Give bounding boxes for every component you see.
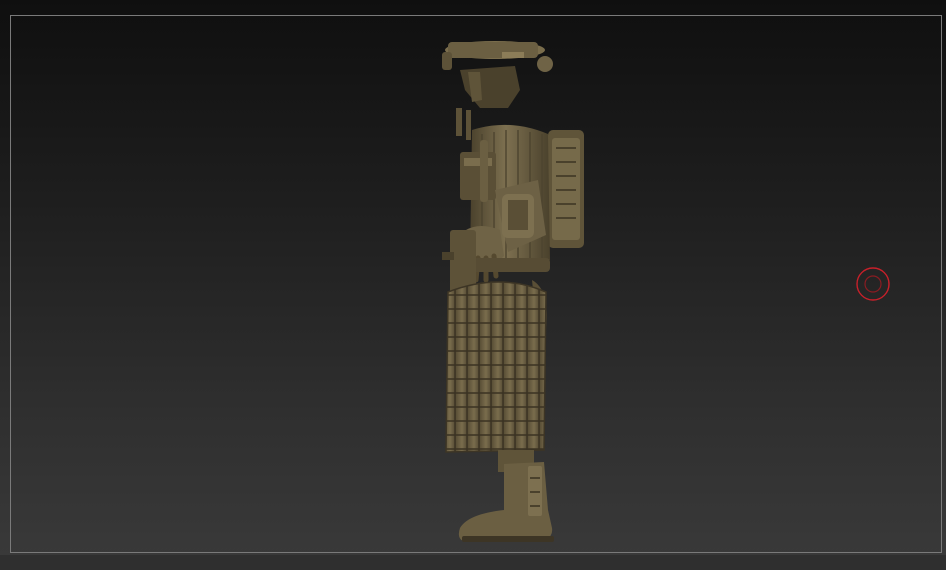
backpack	[548, 130, 584, 248]
boot	[458, 450, 554, 542]
sculpt-viewport[interactable]	[0, 0, 946, 570]
armored-skirt	[445, 281, 547, 453]
bottom-strip	[0, 555, 946, 570]
brush-circle-icon[interactable]	[856, 267, 890, 301]
sculpted-soldier-model[interactable]	[420, 30, 610, 550]
